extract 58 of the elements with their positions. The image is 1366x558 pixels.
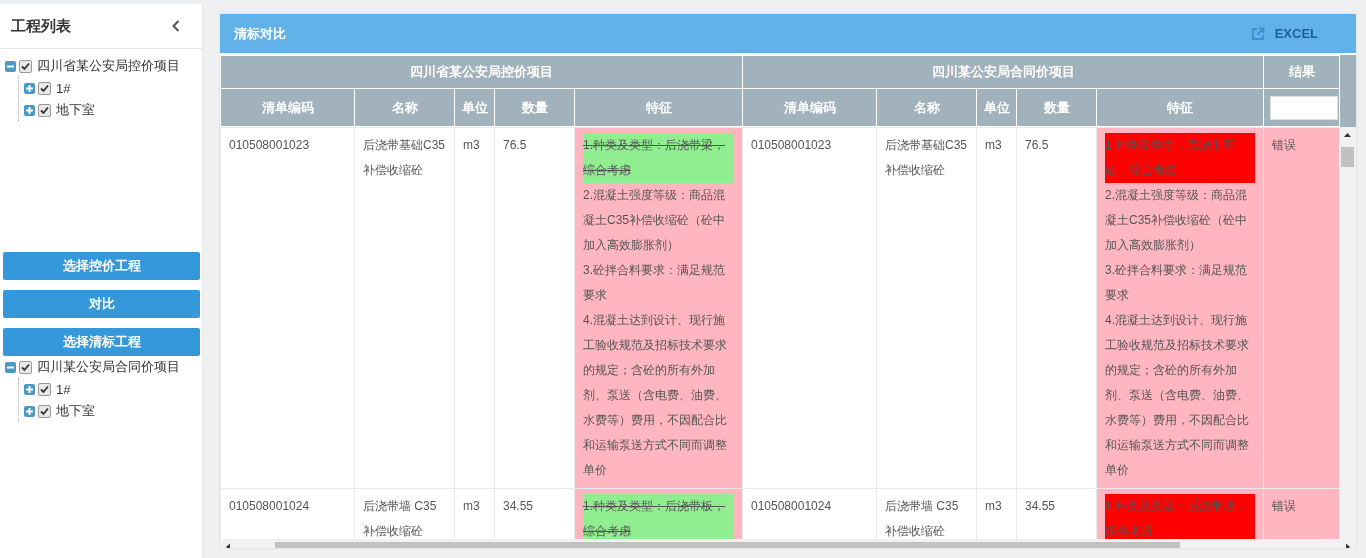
checkbox[interactable]	[38, 382, 51, 396]
group-header: 四川省某公安局控价项目	[220, 55, 743, 89]
checkbox[interactable]	[38, 103, 51, 117]
feature-text: 1.种类及类型：后浇带基础，综合考虑	[1105, 133, 1255, 183]
table-cell: m3	[454, 127, 495, 489]
external-link-icon	[1250, 26, 1265, 41]
column-header: 数量	[1016, 88, 1097, 127]
checkbox[interactable]	[38, 404, 51, 418]
feature-text: 4.混凝土达到设计、现行施工验收规范及招标技术要求的规定；含砼的所有外加剂、泵送（含电费、油费、水费等）费用，不因配合比和运输泵送方式不同而调整单价	[1105, 313, 1249, 477]
vertical-scrollbar[interactable]	[1339, 127, 1356, 539]
filter-field[interactable]	[1269, 96, 1338, 120]
column-header: 名称	[354, 88, 455, 127]
table-cell: 76.5	[1016, 127, 1097, 489]
panel-title: 清标对比	[234, 24, 286, 43]
checkbox[interactable]	[19, 59, 32, 73]
result-cell: 错误	[1263, 488, 1339, 539]
collapse-icon[interactable]	[5, 60, 16, 72]
table-cell: 010508001023	[220, 127, 355, 489]
tree-item[interactable]: 1#	[56, 381, 71, 397]
column-header: 清单编码	[742, 88, 877, 127]
column-header: 名称	[876, 88, 977, 127]
column-header: 单位	[454, 88, 495, 127]
checkbox[interactable]	[19, 360, 32, 374]
feature-text: 1.种类及类型：后浇带墙，综合考虑	[1105, 494, 1255, 539]
collapse-icon[interactable]	[5, 361, 16, 373]
feature-text: 2.混凝土强度等级：商品混凝土C35补偿收缩砼（砼中加入高效膨胀剂）	[1105, 188, 1247, 252]
chevron-left-icon[interactable]	[172, 20, 180, 32]
result-cell: 错误	[1263, 127, 1339, 489]
scroll-thumb[interactable]	[1341, 147, 1354, 167]
expand-icon[interactable]	[24, 405, 35, 417]
feature-text: 3.砼拌合料要求：满足规范要求	[1105, 263, 1247, 302]
column-header: 特征	[574, 88, 743, 127]
tree-item[interactable]: 1#	[56, 80, 71, 96]
column-header: 特征	[1096, 88, 1264, 127]
expand-icon[interactable]	[24, 383, 35, 395]
table-cell: 后浇带基础C35补偿收缩砼	[876, 127, 977, 489]
table-cell: 后浇带基础C35补偿收缩砼	[354, 127, 455, 489]
table-cell: 010508001023	[742, 127, 877, 489]
sidebar-title: 工程列表	[11, 16, 71, 36]
feature-text: 4.混凝土达到设计、现行施工验收规范及招标技术要求的规定；含砼的所有外加剂、泵送（含电费、油费、水费等）费用，不因配合比和运输泵送方式不同而调整单价	[583, 313, 727, 477]
column-header: 清单编码	[220, 88, 355, 127]
table-cell: 76.5	[494, 127, 575, 489]
tree-item[interactable]: 四川某公安局合同价项目	[37, 358, 180, 376]
feature-text: 2.混凝土强度等级：商品混凝土C35补偿收缩砼（砼中加入高效膨胀剂）	[583, 188, 725, 252]
column-header: 数量	[494, 88, 575, 127]
feature-text: 1.种类及类型：后浇带板，综合考虑	[583, 494, 734, 539]
group-header: 四川某公安局合同价项目	[742, 55, 1264, 89]
expand-icon[interactable]	[24, 104, 35, 116]
column-header: 单位	[976, 88, 1017, 127]
tree-item[interactable]: 地下室	[56, 402, 95, 420]
feature-text: 3.砼拌合料要求：满足规范要求	[583, 263, 725, 302]
expand-icon[interactable]	[24, 82, 35, 94]
feature-text: 1.种类及类型：后浇带梁，综合考虑	[583, 133, 734, 183]
checkbox[interactable]	[38, 81, 51, 95]
tree-item[interactable]: 地下室	[56, 101, 95, 119]
column-header: 结果	[1263, 55, 1340, 89]
tree-item[interactable]: 四川省某公安局控价项目	[37, 57, 180, 75]
table-cell: m3	[976, 127, 1017, 489]
